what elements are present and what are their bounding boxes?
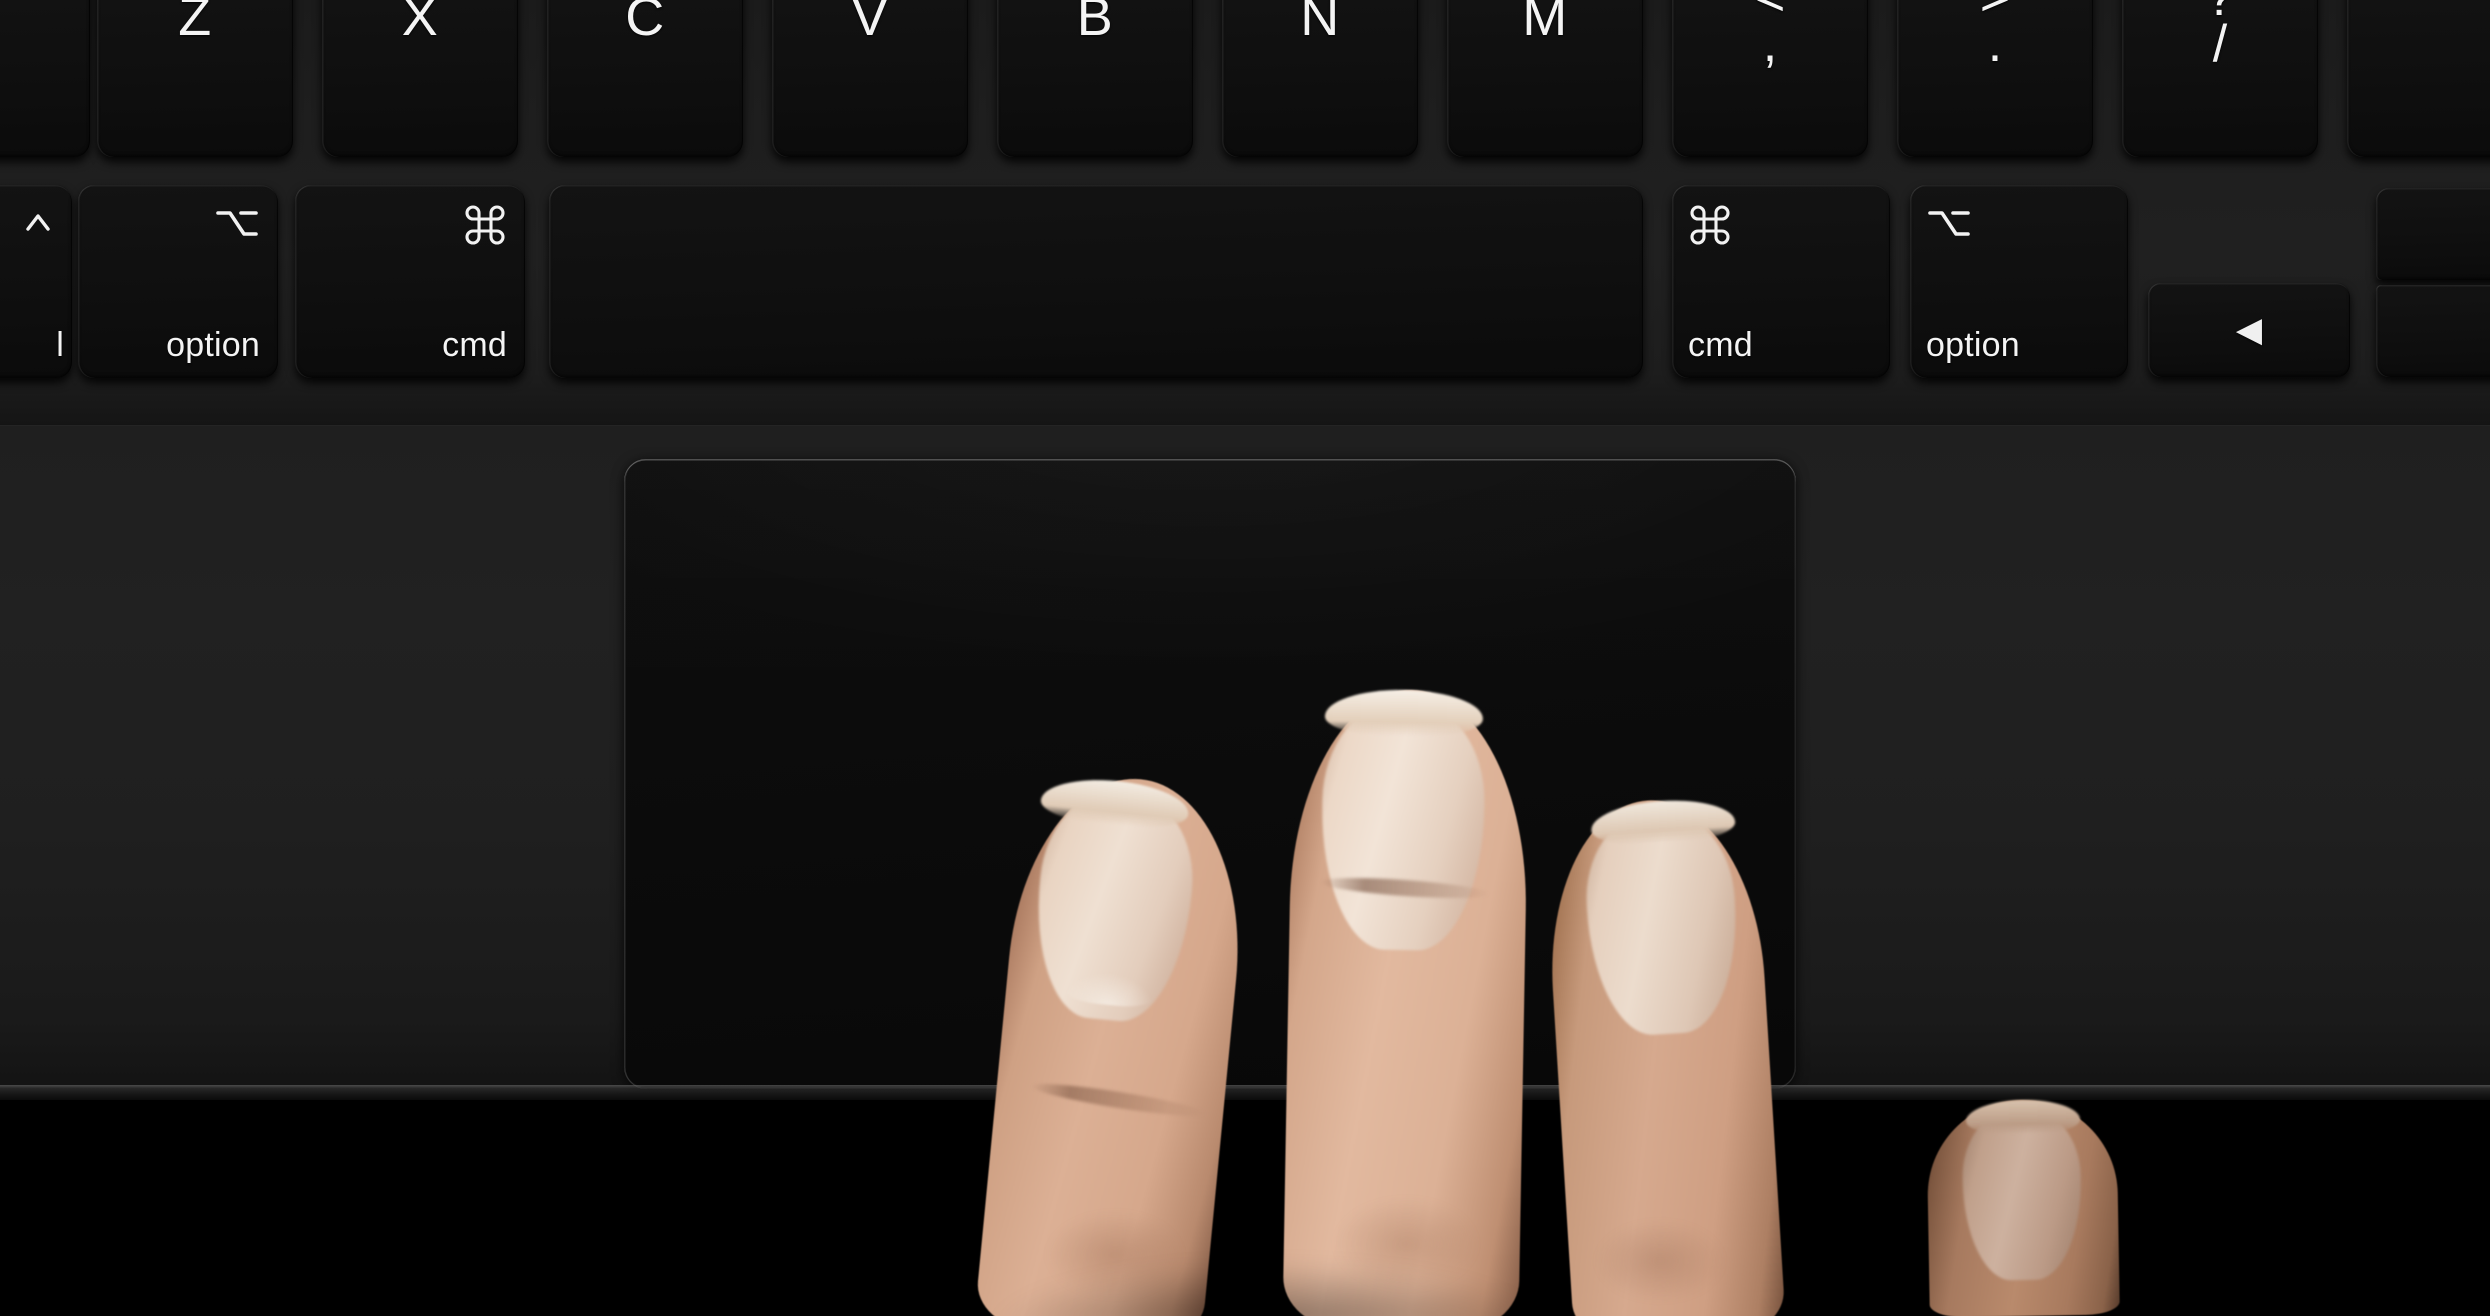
key-label: cmd	[442, 326, 507, 364]
key-arrow-left[interactable]: ◀	[2148, 283, 2350, 377]
command-icon	[1688, 203, 1732, 247]
key-label: option	[166, 326, 260, 364]
arrow-left-icon: ◀	[2235, 311, 2263, 349]
key-label: option	[1926, 326, 2020, 364]
key-label: M	[1522, 0, 1568, 47]
screenshot-canvas: Z X C V B N M < , > . ? / l	[0, 0, 2490, 1316]
key-b[interactable]: B	[997, 0, 1193, 157]
trackpad-sheen	[624, 459, 1796, 1089]
key-period[interactable]: > .	[1897, 0, 2093, 157]
option-icon	[1926, 203, 1972, 243]
key-arrow-up[interactable]: ▲	[2376, 188, 2490, 280]
key-label: Z	[178, 0, 212, 47]
key-label: B	[1076, 0, 1114, 47]
trackpad[interactable]	[624, 459, 1796, 1089]
key-shift-left-partial[interactable]	[0, 0, 90, 157]
key-label-lower: /	[2212, 15, 2228, 73]
key-space[interactable]	[549, 185, 1643, 378]
key-label: V	[851, 0, 889, 47]
key-v[interactable]: V	[772, 0, 968, 157]
key-label-lower: ,	[1762, 15, 1778, 73]
option-icon	[214, 203, 260, 243]
caret-icon	[18, 203, 58, 243]
key-label: C	[625, 0, 665, 47]
key-z[interactable]: Z	[97, 0, 293, 157]
key-m[interactable]: M	[1447, 0, 1643, 157]
key-label-upper: <	[1672, 0, 1868, 24]
key-label-lower: .	[1987, 15, 2003, 73]
key-label: X	[401, 0, 439, 47]
deck-front-edge	[0, 1085, 2490, 1100]
key-label: l	[56, 326, 64, 364]
key-cmd-left[interactable]: cmd	[295, 185, 525, 378]
key-comma[interactable]: < ,	[1672, 0, 1868, 157]
key-x[interactable]: X	[322, 0, 518, 157]
key-n[interactable]: N	[1222, 0, 1418, 157]
key-option-right[interactable]: option	[1910, 185, 2128, 378]
command-icon	[463, 203, 507, 247]
area-below-laptop	[0, 1100, 2490, 1316]
key-c[interactable]: C	[547, 0, 743, 157]
key-label-upper: >	[1897, 0, 2093, 24]
key-control-left[interactable]: l	[0, 185, 72, 378]
key-label: N	[1300, 0, 1340, 47]
key-arrow-down[interactable]: ▼	[2376, 285, 2490, 377]
key-cmd-right[interactable]: cmd	[1672, 185, 1890, 378]
key-option-left[interactable]: option	[78, 185, 278, 378]
key-slash[interactable]: ? /	[2122, 0, 2318, 157]
key-label-upper: ?	[2122, 0, 2318, 24]
key-label: cmd	[1688, 326, 1753, 364]
key-shift-right-partial[interactable]	[2347, 0, 2490, 157]
